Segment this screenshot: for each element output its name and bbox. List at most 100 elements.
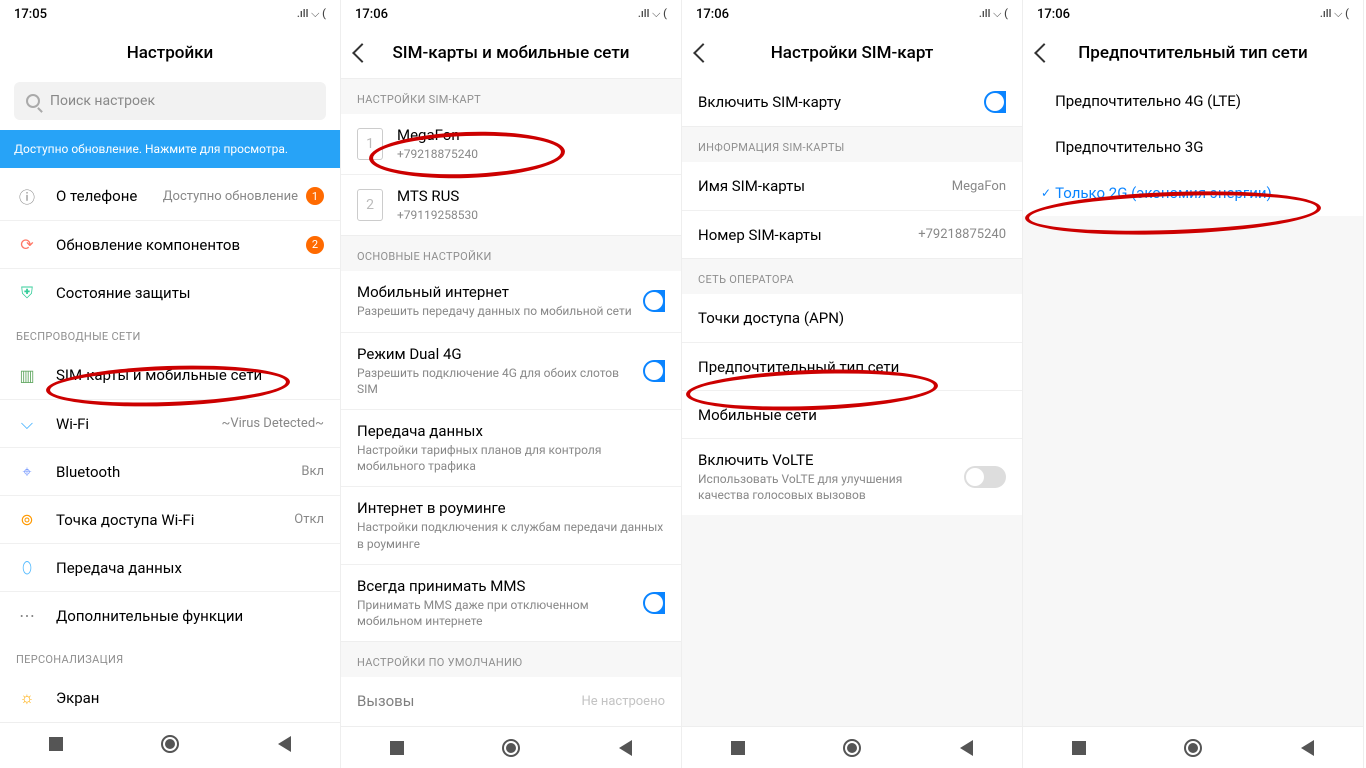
row-display[interactable]: ☼ Экран <box>0 674 340 722</box>
sim-name: MegaFon <box>397 126 665 144</box>
nav-back-icon[interactable] <box>619 740 632 756</box>
nav-back-icon[interactable] <box>1301 740 1314 756</box>
row-dual-4g[interactable]: Режим Dual 4G Разрешить подключение 4G д… <box>341 332 681 409</box>
more-icon: ⋯ <box>16 606 38 625</box>
row-sim-name[interactable]: Имя SIM-карты MegaFon <box>682 162 1022 210</box>
option-4g[interactable]: ✓ Предпочтительно 4G (LTE) <box>1023 78 1363 124</box>
row-bluetooth[interactable]: ⌖ Bluetooth Вкл <box>0 447 340 495</box>
row-volte[interactable]: Включить VoLTE Использовать VoLTE для ул… <box>682 438 1022 515</box>
row-label: Мобильные сети <box>698 406 1006 424</box>
search-icon <box>26 94 40 108</box>
row-label: Вызовы <box>357 692 581 710</box>
page-title: Настройки SIM-карт <box>696 43 1008 63</box>
search-placeholder: Поиск настроек <box>50 93 155 109</box>
sim-name: MTS RUS <box>397 187 665 205</box>
screen-preferred-network: 17:06 .ıll ⌵ ( Предпочтительный тип сети… <box>1023 0 1364 768</box>
row-about-phone[interactable]: ⓘ О телефоне Доступно обновление 1 <box>0 172 340 220</box>
row-sublabel: Принимать MMS даже при отключенном мобил… <box>357 597 635 629</box>
row-sim-networks[interactable]: ▥ SIM-карты и мобильные сети <box>0 351 340 399</box>
row-calls-default[interactable]: Вызовы Не настроено <box>341 677 681 725</box>
nav-recents-icon[interactable] <box>49 737 63 751</box>
toggle[interactable] <box>964 466 1006 488</box>
check-icon: ✓ <box>1041 186 1051 200</box>
nav-home-icon[interactable] <box>1184 739 1202 757</box>
nav-bar <box>0 722 340 764</box>
row-status: Не настроено <box>581 694 665 709</box>
row-security-status[interactable]: ⛨ Состояние защиты <box>0 268 340 316</box>
row-label: Точка доступа Wi-Fi <box>56 511 294 529</box>
row-label: Включить SIM-карту <box>698 93 976 111</box>
nav-recents-icon[interactable] <box>731 741 745 755</box>
row-status: ~Virus Detected~ <box>222 416 324 431</box>
badge: 2 <box>306 236 324 254</box>
row-mobile-networks[interactable]: Мобильные сети <box>682 390 1022 438</box>
row-wifi[interactable]: ⌵ Wi-Fi ~Virus Detected~ <box>0 399 340 447</box>
header: Настройки <box>0 28 340 78</box>
row-component-updates[interactable]: ⟳ Обновление компонентов 2 <box>0 220 340 268</box>
row-label: Имя SIM-карты <box>698 177 952 195</box>
status-icons: .ıll ⌵ ( <box>297 7 326 21</box>
row-label: Точки доступа (APN) <box>698 309 1006 327</box>
screen-sim-settings: 17:06 .ıll ⌵ ( Настройки SIM-карт Включи… <box>682 0 1023 768</box>
toggle[interactable] <box>984 91 1006 113</box>
row-label: Bluetooth <box>56 463 301 481</box>
status-time: 17:06 <box>355 7 388 22</box>
status-icons: .ıll ⌵ ( <box>638 7 667 21</box>
row-data-usage-settings[interactable]: Передача данных Настройки тарифных плано… <box>341 409 681 486</box>
row-label: Всегда принимать MMS <box>357 577 635 595</box>
header: SIM-карты и мобильные сети <box>341 28 681 78</box>
nav-bar <box>1023 726 1363 768</box>
sim-icon: ▥ <box>16 366 38 385</box>
badge: 1 <box>306 187 324 205</box>
option-2g[interactable]: ✓ Только 2G (экономия энергии) <box>1023 170 1363 216</box>
update-banner[interactable]: Доступно обновление. Нажмите для просмот… <box>0 130 340 168</box>
wifi-icon: ⌵ <box>16 414 38 434</box>
nav-home-icon[interactable] <box>502 739 520 757</box>
screen-sim-cards: 17:06 .ıll ⌵ ( SIM-карты и мобильные сет… <box>341 0 682 768</box>
sun-icon: ☼ <box>16 688 38 708</box>
row-sublabel: Настройки тарифных планов для контроля м… <box>357 442 665 474</box>
row-sim1[interactable]: 1 MegaFon +79218875240 <box>341 114 681 174</box>
toggle[interactable] <box>643 360 665 382</box>
droplet-icon: ⬯ <box>16 558 38 578</box>
toggle[interactable] <box>643 592 665 614</box>
row-label: Дополнительные функции <box>56 607 324 625</box>
row-mms[interactable]: Всегда принимать MMS Принимать MMS даже … <box>341 564 681 641</box>
option-3g[interactable]: ✓ Предпочтительно 3G <box>1023 124 1363 170</box>
row-label: Экран <box>56 689 324 707</box>
row-mobile-data[interactable]: Мобильный интернет Разрешить передачу да… <box>341 271 681 331</box>
row-roaming[interactable]: Интернет в роуминге Настройки подключени… <box>341 486 681 563</box>
row-label: Состояние защиты <box>56 284 324 302</box>
section-sim-info: ИНФОРМАЦИЯ SIM-КАРТЫ <box>682 126 1022 162</box>
row-value: MegaFon <box>952 179 1006 194</box>
nav-recents-icon[interactable] <box>1072 741 1086 755</box>
row-apn[interactable]: Точки доступа (APN) <box>682 294 1022 342</box>
nav-back-icon[interactable] <box>278 736 291 752</box>
nav-home-icon[interactable] <box>843 739 861 757</box>
section-personalization: ПЕРСОНАЛИЗАЦИЯ <box>0 639 340 674</box>
row-data-usage[interactable]: ⬯ Передача данных <box>0 543 340 591</box>
row-sublabel: Разрешить передачу данных по мобильной с… <box>357 303 635 319</box>
toggle[interactable] <box>643 290 665 312</box>
nav-back-icon[interactable] <box>960 740 973 756</box>
row-more[interactable]: ⋯ Дополнительные функции <box>0 591 340 639</box>
shield-icon: ⛨ <box>16 283 38 303</box>
row-sim2[interactable]: 2 MTS RUS +79119258530 <box>341 174 681 235</box>
row-value: +79218875240 <box>918 227 1006 242</box>
status-bar: 17:06 .ıll ⌵ ( <box>1023 0 1363 28</box>
nav-recents-icon[interactable] <box>390 741 404 755</box>
row-sim-number[interactable]: Номер SIM-карты +79218875240 <box>682 210 1022 258</box>
search-input[interactable]: Поиск настроек <box>14 82 326 120</box>
row-status: Откл <box>294 512 324 527</box>
row-label: Интернет в роуминге <box>357 499 665 517</box>
page-title: Предпочтительный тип сети <box>1037 43 1349 63</box>
row-preferred-network[interactable]: Предпочтительный тип сети <box>682 342 1022 390</box>
nav-home-icon[interactable] <box>161 735 179 753</box>
status-time: 17:06 <box>696 7 729 22</box>
hotspot-icon: ⊚ <box>16 510 38 529</box>
row-hotspot[interactable]: ⊚ Точка доступа Wi-Fi Откл <box>0 495 340 543</box>
row-sublabel: Использовать VoLTE для улучшения качеств… <box>698 471 956 503</box>
row-enable-sim[interactable]: Включить SIM-карту <box>682 78 1022 126</box>
page-title: SIM-карты и мобильные сети <box>355 43 667 63</box>
status-bar: 17:06 .ıll ⌵ ( <box>341 0 681 28</box>
